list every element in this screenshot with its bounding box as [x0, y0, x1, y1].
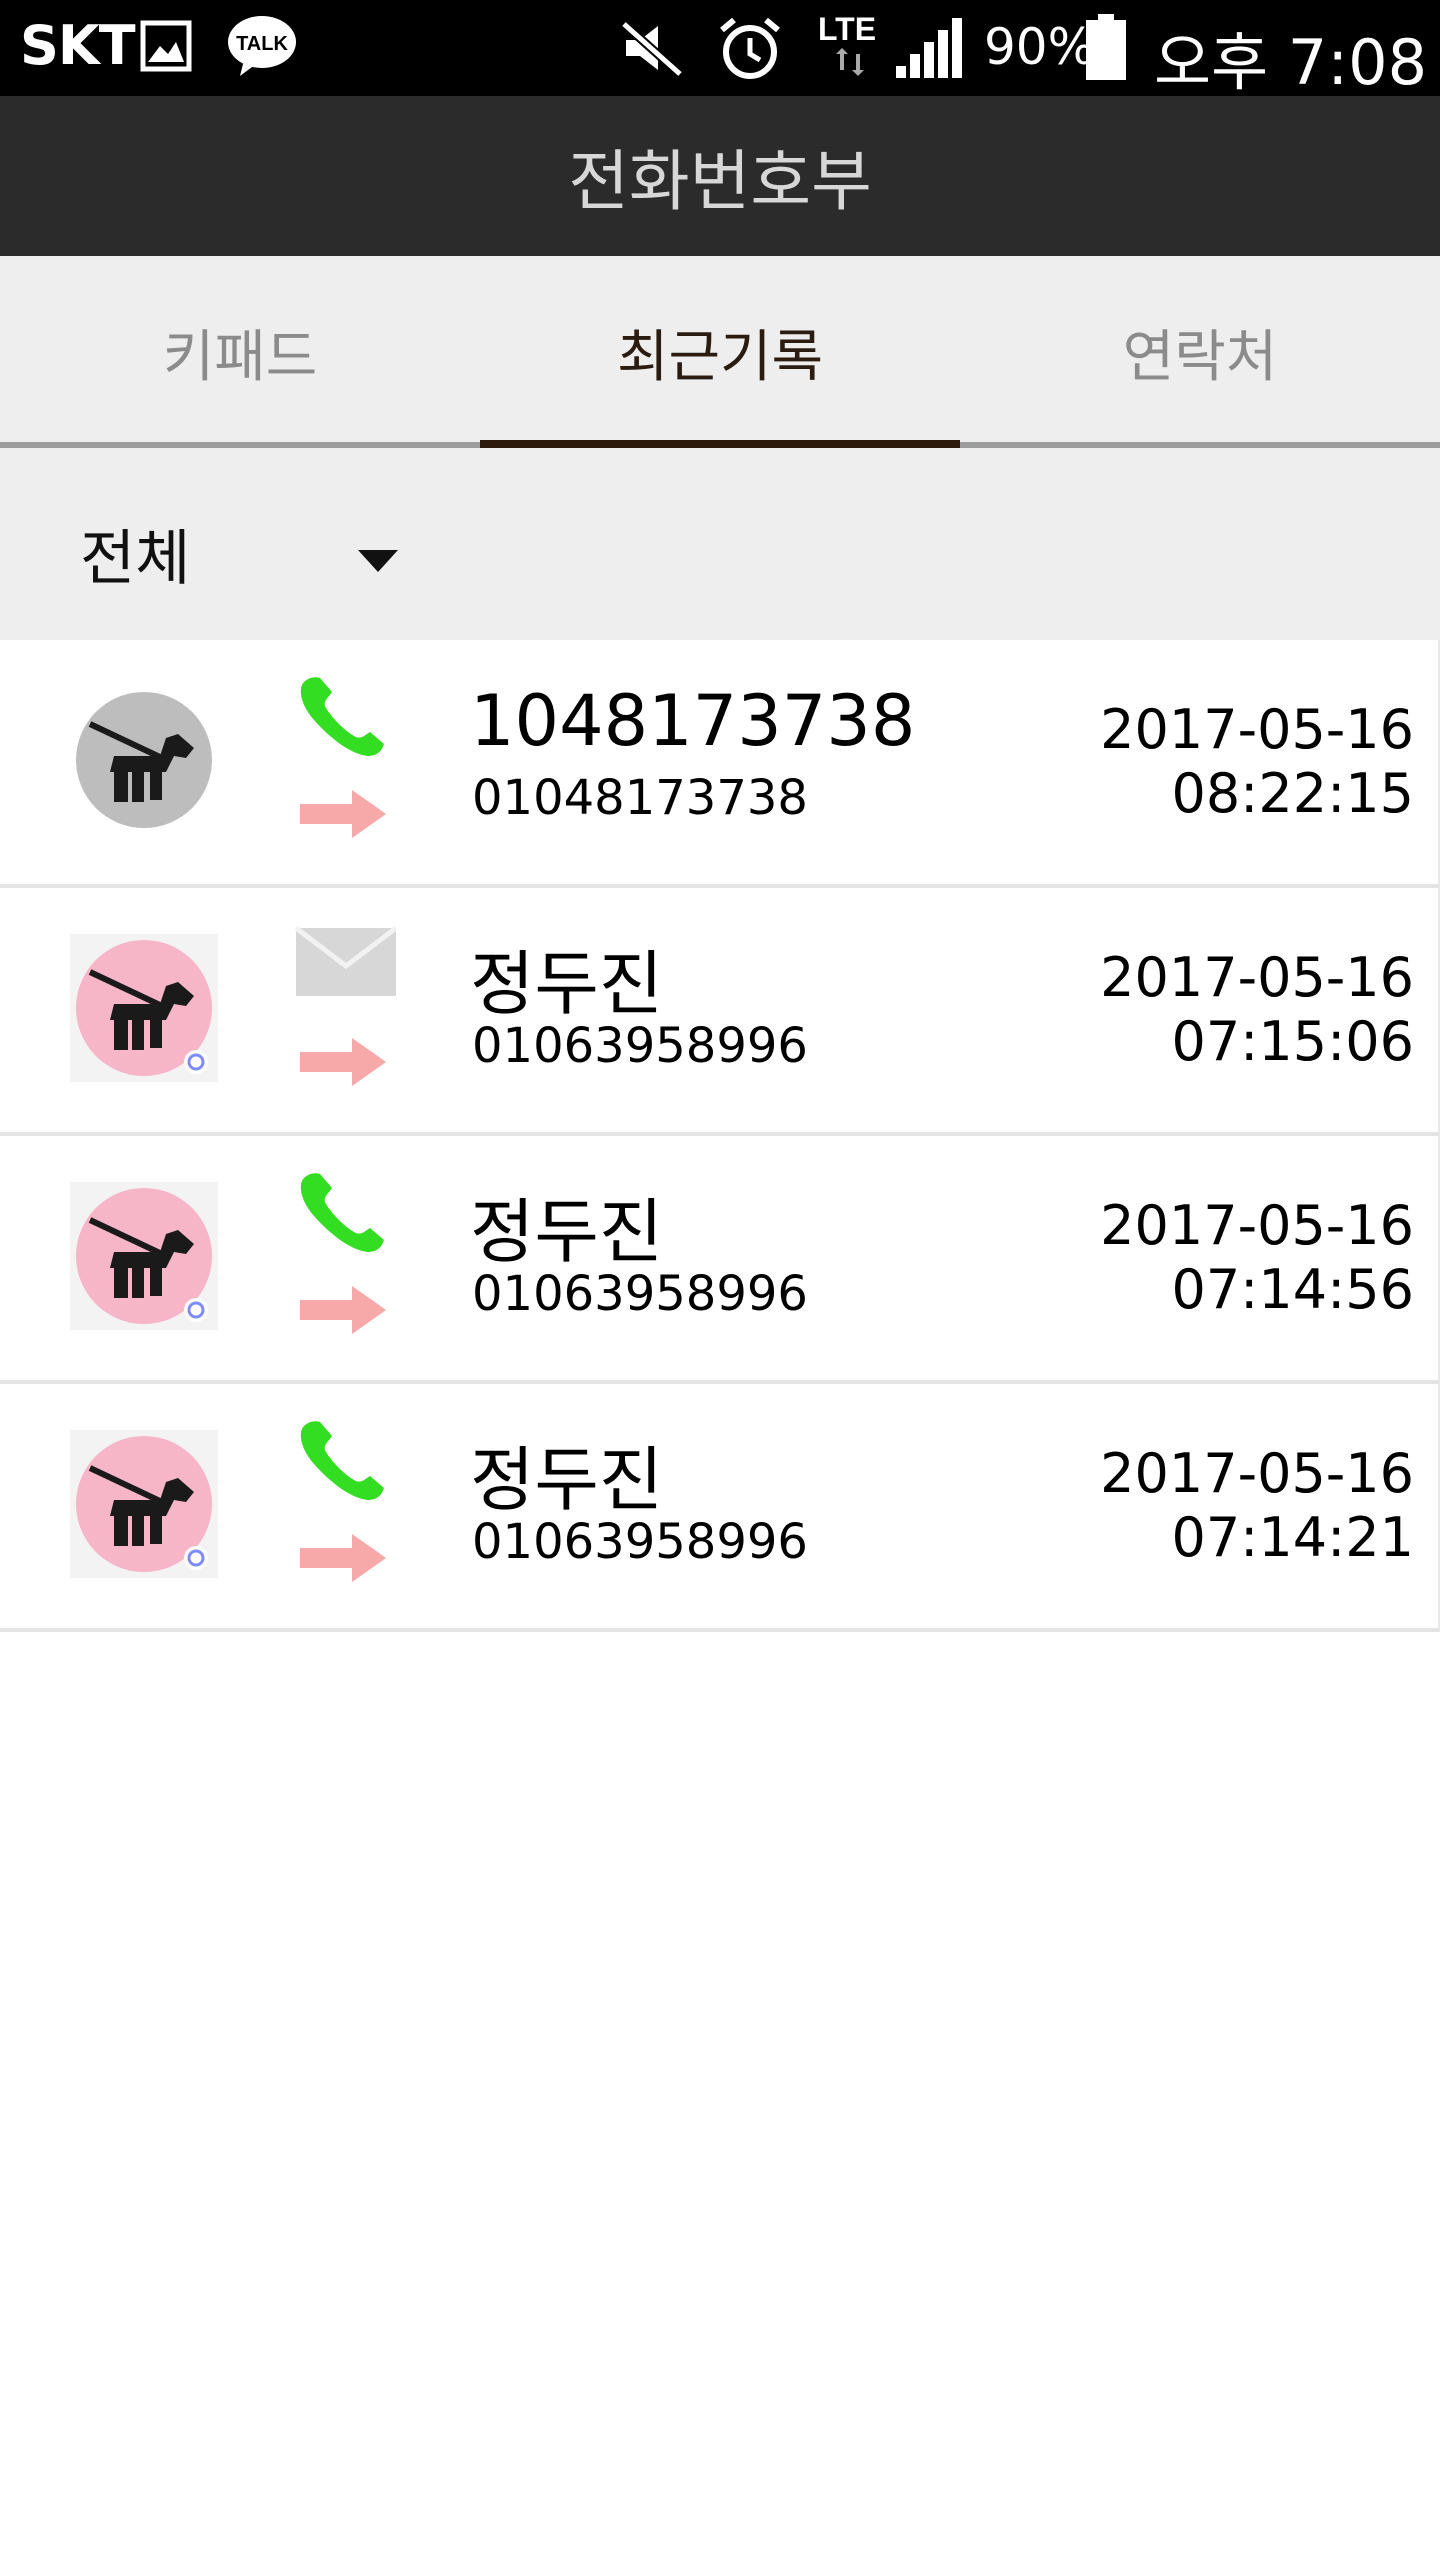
- call-date: 2017-05-16: [1100, 698, 1414, 761]
- tab-contacts[interactable]: 연락처: [960, 256, 1440, 448]
- tab-contacts-label: 연락처: [1122, 324, 1278, 390]
- call-log-row[interactable]: 1048173738 01048173738 2017-05-16 08:22:…: [0, 640, 1440, 888]
- tab-active-indicator: [480, 440, 960, 448]
- battery-icon: [1086, 14, 1126, 80]
- kakaotalk-icon: TALK: [228, 16, 296, 76]
- filter-selected-label: 전체: [80, 524, 191, 594]
- status-time: 오후 7:08: [1154, 26, 1428, 99]
- filter-dropdown[interactable]: 전체: [60, 478, 420, 608]
- chevron-down-icon: [358, 550, 398, 572]
- call-log-list: 1048173738 01048173738 2017-05-16 08:22:…: [0, 640, 1440, 1632]
- call-log-row[interactable]: 정두진 01063958996 2017-05-16 07:14:21: [0, 1384, 1440, 1632]
- alarm-icon: [720, 17, 780, 79]
- page-title: 전화번호부: [568, 143, 872, 220]
- dog-avatar-icon: [76, 692, 212, 828]
- svg-text:LTE: LTE: [818, 11, 876, 47]
- outgoing-arrow-icon: [300, 1038, 386, 1086]
- call-time: 08:22:15: [1171, 762, 1414, 825]
- outgoing-arrow-icon: [300, 790, 386, 838]
- contact-name: 정두진: [470, 1191, 664, 1273]
- signal-icon: [896, 18, 962, 78]
- call-time: 07:14:21: [1171, 1506, 1414, 1569]
- phone-call-icon: [300, 1421, 384, 1500]
- svg-text:TALK: TALK: [236, 33, 288, 55]
- carrier-label: SKT: [20, 14, 136, 77]
- dog-avatar-icon: [70, 934, 218, 1082]
- call-time: 07:14:56: [1171, 1258, 1414, 1321]
- outgoing-arrow-icon: [300, 1534, 386, 1582]
- call-time: 07:15:06: [1171, 1010, 1414, 1073]
- lte-icon: LTE: [818, 11, 876, 76]
- call-date: 2017-05-16: [1100, 1442, 1414, 1505]
- contact-number: 01048173738: [472, 770, 808, 826]
- contact-name: 1048173738: [470, 680, 916, 762]
- call-date: 2017-05-16: [1100, 946, 1414, 1009]
- outgoing-arrow-icon: [300, 1286, 386, 1334]
- call-date: 2017-05-16: [1100, 1194, 1414, 1257]
- filter-bar: 전체: [0, 448, 1440, 640]
- tab-recent[interactable]: 최근기록: [480, 256, 960, 448]
- contact-name: 정두진: [470, 943, 664, 1025]
- mute-icon: [621, 20, 683, 78]
- image-icon: [140, 20, 192, 72]
- tab-recent-label: 최근기록: [616, 324, 824, 390]
- tab-keypad[interactable]: 키패드: [0, 256, 480, 448]
- status-bar: SKT TALK LTE 90% 오후 7:08: [0, 0, 1440, 99]
- tab-bar: 키패드 최근기록 연락처: [0, 256, 1440, 448]
- message-envelope-icon: [294, 926, 398, 996]
- battery-percent: 90%: [984, 18, 1096, 76]
- contact-number: 01063958996: [472, 1266, 808, 1322]
- contact-name: 정두진: [470, 1439, 664, 1521]
- tab-keypad-label: 키패드: [162, 324, 318, 390]
- contact-number: 01063958996: [472, 1514, 808, 1570]
- phone-call-icon: [300, 1173, 384, 1252]
- call-log-row[interactable]: 정두진 01063958996 2017-05-16 07:14:56: [0, 1136, 1440, 1384]
- app-bar: 전화번호부: [0, 96, 1440, 256]
- dog-avatar-icon: [70, 1430, 218, 1578]
- phone-call-icon: [300, 677, 384, 756]
- contact-number: 01063958996: [472, 1018, 808, 1074]
- dog-avatar-icon: [70, 1182, 218, 1330]
- call-log-row[interactable]: 정두진 01063958996 2017-05-16 07:15:06: [0, 888, 1440, 1136]
